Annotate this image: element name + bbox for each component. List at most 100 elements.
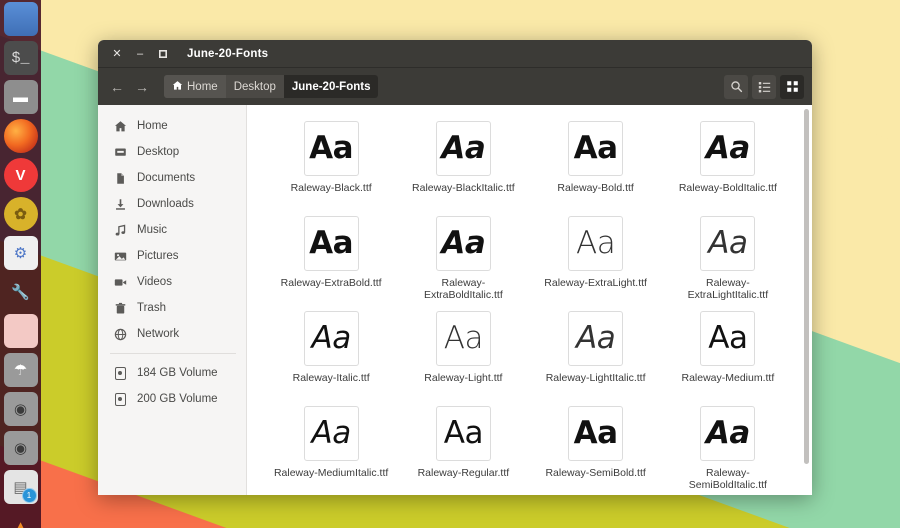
- file-item[interactable]: Aa Raleway-Italic.ttf: [265, 307, 397, 402]
- file-item[interactable]: Aa Raleway-ExtraLightItalic.ttf: [662, 212, 794, 307]
- breadcrumb-item-desktop[interactable]: Desktop: [225, 75, 284, 98]
- file-name-label: Raleway-ExtraLightItalic.ttf: [687, 277, 769, 302]
- dock-item-toolbox[interactable]: ▤ 1: [3, 470, 38, 504]
- dock-item-vlc[interactable]: ▲: [4, 509, 38, 528]
- places-sidebar: Home Desktop Documents Downloads Music Pictur…: [98, 105, 247, 495]
- dock-item-gimp[interactable]: ✿: [3, 197, 38, 231]
- font-preview-thumbnail: Aa: [435, 311, 491, 366]
- file-item[interactable]: Aa Raleway-SemiBoldItalic.ttf: [662, 402, 794, 495]
- camera-icon: ◉: [13, 400, 28, 418]
- font-preview-thumbnail: Aa: [568, 121, 624, 176]
- gimp-icon: ✿: [14, 205, 27, 223]
- breadcrumb: Home Desktop June-20-Fonts: [164, 75, 379, 98]
- file-item[interactable]: Aa Raleway-BlackItalic.ttf: [397, 117, 529, 212]
- file-manager-window: ✕ – June-20-Fonts ← → Home Desktop June-20…: [98, 40, 812, 495]
- font-preview-thumbnail: Aa: [700, 121, 756, 176]
- font-preview-thumbnail: Aa: [700, 216, 756, 271]
- sidebar-item-pictures[interactable]: Pictures: [98, 243, 246, 269]
- file-name-label: Raleway-LightItalic.ttf: [545, 372, 646, 384]
- file-item[interactable]: Aa Raleway-Regular.ttf: [397, 402, 529, 495]
- font-sample-text: Aa: [708, 320, 748, 356]
- file-item[interactable]: Aa Raleway-MediumItalic.ttf: [265, 402, 397, 495]
- window-titlebar: ✕ – June-20-Fonts: [98, 40, 812, 68]
- close-icon[interactable]: ✕: [108, 45, 126, 63]
- font-sample-text: Aa: [576, 320, 616, 356]
- dock-item-terminal[interactable]: $_: [3, 41, 38, 75]
- dock-item-photos[interactable]: ◉: [3, 431, 38, 465]
- font-sample-text: Aa: [705, 130, 750, 166]
- dock-item-tweaks[interactable]: 🔧: [4, 275, 38, 309]
- file-item[interactable]: Aa Raleway-Black.ttf: [265, 117, 397, 212]
- network-globe-icon: [113, 328, 127, 341]
- sidebar-item-downloads[interactable]: Downloads: [98, 191, 246, 217]
- sidebar-item-label: Downloads: [137, 198, 194, 210]
- font-preview-thumbnail: Aa: [303, 406, 359, 461]
- file-item[interactable]: Aa Raleway-Medium.ttf: [662, 307, 794, 402]
- breadcrumb-item-home[interactable]: Home: [164, 75, 226, 98]
- search-icon[interactable]: [724, 74, 748, 99]
- font-sample-text: Aa: [311, 415, 352, 451]
- launcher-dock: $_▬V✿⚙🔧☂◉◉▤1▲F: [0, 0, 41, 528]
- sidebar-item-documents[interactable]: Documents: [98, 165, 246, 191]
- flameshot-icon: ☂: [13, 361, 28, 379]
- list-view-icon[interactable]: [752, 74, 776, 99]
- sidebar-volume-label: 184 GB Volume: [137, 367, 218, 379]
- file-item[interactable]: Aa Raleway-SemiBold.ttf: [530, 402, 662, 495]
- dock-item-camera[interactable]: ◉: [3, 392, 38, 426]
- dock-item-software[interactable]: ▬: [3, 80, 38, 114]
- font-preview-thumbnail: Aa: [303, 311, 359, 366]
- back-button[interactable]: ←: [106, 76, 128, 98]
- font-preview-thumbnail: Aa: [700, 311, 756, 366]
- file-item[interactable]: Aa Raleway-Bold.ttf: [530, 117, 662, 212]
- video-camera-icon: [113, 276, 127, 289]
- dock-item-firefox[interactable]: [3, 119, 38, 153]
- dock-item-vivaldi[interactable]: V: [3, 158, 38, 192]
- sidebar-separator: [110, 353, 236, 354]
- font-sample-text: Aa: [573, 415, 618, 451]
- music-note-icon: [113, 224, 127, 237]
- dock-item-flameshot[interactable]: ☂: [3, 353, 38, 387]
- dock-item-writer[interactable]: [3, 314, 38, 348]
- forward-button[interactable]: →: [131, 76, 153, 98]
- file-item[interactable]: Aa Raleway-ExtraLight.ttf: [530, 212, 662, 307]
- font-sample-text: Aa: [708, 225, 748, 261]
- home-icon: [113, 120, 127, 133]
- window-body: Home Desktop Documents Downloads Music Pictur…: [98, 105, 812, 495]
- sidebar-item-home[interactable]: Home: [98, 113, 246, 139]
- maximize-icon[interactable]: [154, 45, 172, 63]
- file-name-label: Raleway-SemiBold.ttf: [545, 467, 646, 479]
- minimize-icon[interactable]: –: [131, 45, 149, 63]
- drive-icon: [113, 366, 127, 380]
- sidebar-item-label: Videos: [137, 276, 172, 288]
- file-name-label: Raleway-Regular.ttf: [417, 467, 510, 479]
- sidebar-item-network[interactable]: Network: [98, 321, 246, 347]
- settings-icon: ⚙: [13, 244, 28, 262]
- dock-item-settings[interactable]: ⚙: [3, 236, 38, 270]
- file-item[interactable]: Aa Raleway-Light.ttf: [397, 307, 529, 402]
- software-icon: ▬: [13, 88, 28, 106]
- sidebar-item-videos[interactable]: Videos: [98, 269, 246, 295]
- file-item[interactable]: Aa Raleway-ExtraBold.ttf: [265, 212, 397, 307]
- file-item[interactable]: Aa Raleway-LightItalic.ttf: [530, 307, 662, 402]
- file-name-label: Raleway-Black.ttf: [290, 182, 372, 194]
- sidebar-item-music[interactable]: Music: [98, 217, 246, 243]
- file-item[interactable]: Aa Raleway-ExtraBoldItalic.ttf: [397, 212, 529, 307]
- dock-badge: 1: [21, 488, 37, 503]
- sidebar-volume-2[interactable]: 200 GB Volume: [98, 386, 246, 412]
- sidebar-item-desktop[interactable]: Desktop: [98, 139, 246, 165]
- dock-item-files[interactable]: [3, 2, 38, 36]
- font-preview-thumbnail: Aa: [568, 311, 624, 366]
- breadcrumb-item-june-20-fonts[interactable]: June-20-Fonts: [283, 75, 379, 98]
- vertical-scrollbar[interactable]: [804, 109, 809, 464]
- grid-view-icon[interactable]: [780, 74, 804, 99]
- sidebar-item-trash[interactable]: Trash: [98, 295, 246, 321]
- file-name-label: Raleway-Bold.ttf: [557, 182, 634, 194]
- search-glyph: [730, 81, 742, 93]
- sidebar-item-label: Music: [137, 224, 168, 236]
- sidebar-volume-1[interactable]: 184 GB Volume: [98, 360, 246, 386]
- file-item[interactable]: Aa Raleway-BoldItalic.ttf: [662, 117, 794, 212]
- document-icon: [113, 172, 127, 185]
- font-sample-text: Aa: [443, 415, 484, 451]
- file-name-label: Raleway-BlackItalic.ttf: [412, 182, 515, 194]
- file-name-label: Raleway-MediumItalic.ttf: [273, 467, 389, 479]
